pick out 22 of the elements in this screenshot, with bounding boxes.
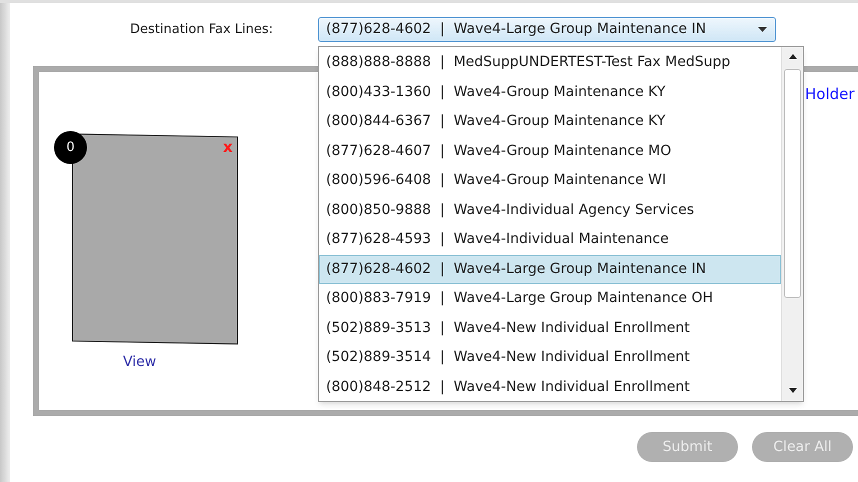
- fax-line-option[interactable]: (800)848-2512 | Wave4-New Individual Enrollment: [319, 372, 781, 402]
- holder-link[interactable]: Holder: [805, 83, 855, 106]
- fax-line-option[interactable]: (800)433-1360 | Wave4-Group Maintenance KY: [319, 78, 781, 107]
- fax-line-option[interactable]: (800)850-9888 | Wave4-Individual Agency Services: [319, 196, 781, 225]
- fax-line-option[interactable]: (800)844-6367 | Wave4-Group Maintenance KY: [319, 107, 781, 136]
- fax-line-option[interactable]: (877)628-4593 | Wave4-Individual Maintenance: [319, 225, 781, 254]
- field-label: Destination Fax Lines:: [130, 21, 274, 39]
- fax-line-option[interactable]: (888)888-8888 | MedSuppUNDERTEST-Test Fax MedSupp: [319, 48, 781, 78]
- fax-line-option[interactable]: (877)628-4602 | Wave4-Large Group Maintenance IN: [319, 254, 781, 284]
- fax-line-dropdown[interactable]: (877)628-4602 | Wave4-Large Group Maintenance IN: [318, 17, 776, 42]
- scroll-up-icon[interactable]: [789, 54, 797, 59]
- fax-line-option[interactable]: (502)889-3513 | Wave4-New Individual Enrollment: [319, 314, 781, 343]
- scroll-thumb[interactable]: [784, 69, 801, 298]
- caret-icon: [758, 27, 767, 32]
- fax-line-option[interactable]: (502)889-3514 | Wave4-New Individual Enrollment: [319, 343, 781, 372]
- scrollbar[interactable]: [781, 47, 803, 401]
- page-count-badge: 0: [54, 131, 87, 164]
- scroll-down-icon[interactable]: [789, 388, 797, 393]
- fax-line-option[interactable]: (800)596-6408 | Wave4-Group Maintenance WI: [319, 166, 781, 196]
- view-link[interactable]: View: [123, 352, 156, 373]
- fax-line-option[interactable]: (800)883-7919 | Wave4-Large Group Maintenance OH: [319, 284, 781, 314]
- fax-line-option[interactable]: (877)628-4607 | Wave4-Group Maintenance MO: [319, 136, 781, 166]
